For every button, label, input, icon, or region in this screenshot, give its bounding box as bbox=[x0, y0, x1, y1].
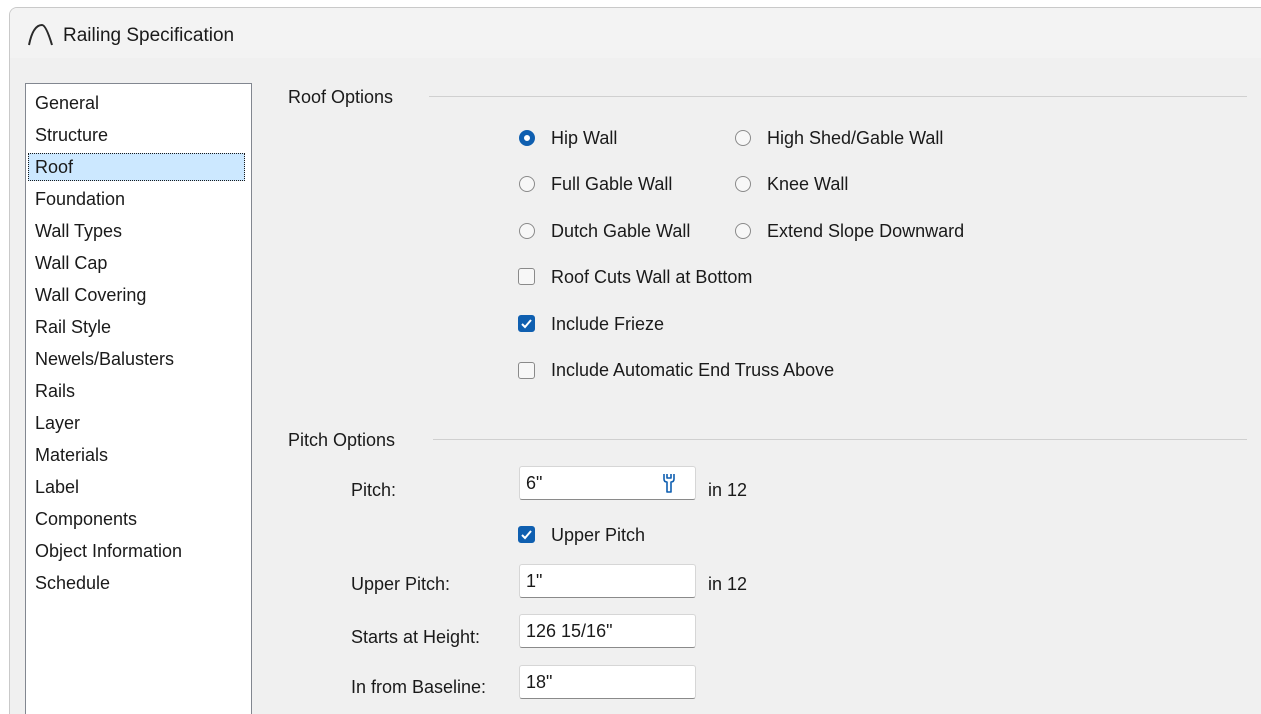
include-frieze-label[interactable]: Include Frieze bbox=[551, 314, 664, 335]
sidebar-item-object-information[interactable]: Object Information bbox=[28, 537, 245, 565]
sidebar-item-components[interactable]: Components bbox=[28, 505, 245, 533]
knee-wall-label[interactable]: Knee Wall bbox=[767, 174, 848, 195]
upper-pitch-checkbox-label[interactable]: Upper Pitch bbox=[551, 525, 645, 546]
starts-at-height-input[interactable] bbox=[519, 614, 696, 648]
dutch-gable-wall-label[interactable]: Dutch Gable Wall bbox=[551, 221, 690, 242]
high-shed-gable-wall-radio[interactable] bbox=[735, 130, 751, 146]
extend-slope-downward-radio[interactable] bbox=[735, 223, 751, 239]
starts-at-height-label: Starts at Height: bbox=[351, 627, 481, 647]
roof-options-divider bbox=[429, 96, 1247, 97]
knee-wall-radio[interactable] bbox=[735, 176, 751, 192]
upper-pitch-checkbox[interactable] bbox=[518, 526, 535, 543]
title-bar[interactable]: Railing Specification bbox=[10, 8, 1261, 58]
hip-wall-radio[interactable] bbox=[519, 130, 535, 146]
include-automatic-end-truss-above-checkbox[interactable] bbox=[518, 362, 535, 379]
in-from-baseline-input[interactable] bbox=[519, 665, 696, 699]
checkmark-icon bbox=[521, 530, 532, 540]
sidebar-item-structure[interactable]: Structure bbox=[28, 121, 245, 149]
sidebar-item-roof[interactable]: Roof bbox=[28, 153, 245, 181]
include-automatic-end-truss-above-label[interactable]: Include Automatic End Truss Above bbox=[551, 360, 834, 381]
sidebar-item-schedule[interactable]: Schedule bbox=[28, 569, 245, 597]
sidebar-item-materials[interactable]: Materials bbox=[28, 441, 245, 469]
full-gable-wall-radio[interactable] bbox=[519, 176, 535, 192]
category-list[interactable]: General Structure Roof Foundation Wall T… bbox=[25, 83, 252, 714]
extend-slope-downward-label[interactable]: Extend Slope Downward bbox=[767, 221, 964, 242]
checkmark-icon bbox=[521, 319, 532, 329]
sidebar-item-wall-covering[interactable]: Wall Covering bbox=[28, 281, 245, 309]
railing-app-icon bbox=[28, 23, 53, 46]
sidebar-item-rail-style[interactable]: Rail Style bbox=[28, 313, 245, 341]
roof-options-title: Roof Options bbox=[288, 87, 394, 107]
roof-cuts-wall-at-bottom-label[interactable]: Roof Cuts Wall at Bottom bbox=[551, 267, 752, 288]
high-shed-gable-wall-label[interactable]: High Shed/Gable Wall bbox=[767, 128, 943, 149]
dialog-window: Railing Specification General Structure … bbox=[9, 7, 1261, 714]
pitch-suffix: in 12 bbox=[708, 480, 748, 500]
include-frieze-checkbox[interactable] bbox=[518, 315, 535, 332]
upper-pitch-label: Upper Pitch: bbox=[351, 574, 451, 594]
sidebar-item-newels-balusters[interactable]: Newels/Balusters bbox=[28, 345, 245, 373]
full-gable-wall-label[interactable]: Full Gable Wall bbox=[551, 174, 672, 195]
roof-cuts-wall-at-bottom-checkbox[interactable] bbox=[518, 268, 535, 285]
sidebar-item-wall-types[interactable]: Wall Types bbox=[28, 217, 245, 245]
sidebar-item-wall-cap[interactable]: Wall Cap bbox=[28, 249, 245, 277]
hip-wall-label[interactable]: Hip Wall bbox=[551, 128, 617, 149]
pitch-options-title: Pitch Options bbox=[288, 430, 396, 450]
sidebar-item-general[interactable]: General bbox=[28, 89, 245, 117]
wrench-icon[interactable] bbox=[659, 472, 679, 494]
upper-pitch-suffix: in 12 bbox=[708, 574, 748, 594]
pitch-options-divider bbox=[433, 439, 1247, 440]
sidebar-item-foundation[interactable]: Foundation bbox=[28, 185, 245, 213]
dutch-gable-wall-radio[interactable] bbox=[519, 223, 535, 239]
upper-pitch-input[interactable] bbox=[519, 564, 696, 598]
pitch-label: Pitch: bbox=[351, 480, 397, 500]
sidebar-item-rails[interactable]: Rails bbox=[28, 377, 245, 405]
in-from-baseline-label: In from Baseline: bbox=[351, 677, 487, 697]
window-title: Railing Specification bbox=[63, 25, 235, 46]
sidebar-item-label[interactable]: Label bbox=[28, 473, 245, 501]
sidebar-item-layer[interactable]: Layer bbox=[28, 409, 245, 437]
